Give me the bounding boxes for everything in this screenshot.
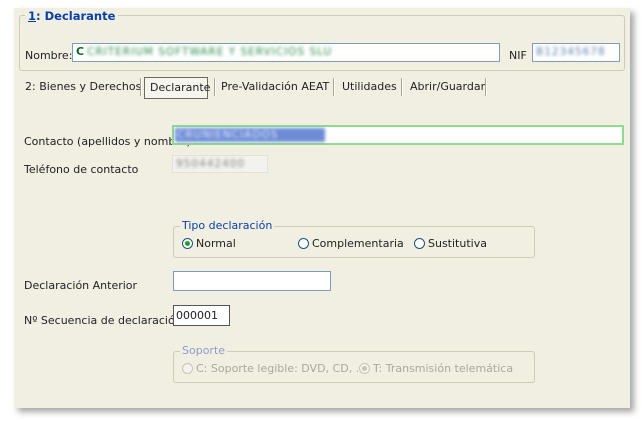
nombre-input[interactable]: C CRITERIUM SOFTWARE Y SERVICIOS SLU xyxy=(72,43,500,62)
radio-transmision-telematica[interactable]: T: Transmisión telemática xyxy=(359,362,513,375)
telefono-label: Teléfono de contacto xyxy=(24,163,139,176)
soporte-group: Soporte C: Soporte legible: DVD, CD, ...… xyxy=(173,344,535,383)
tab-separator xyxy=(333,78,335,96)
declarante-group: 1: Declarante Nombre: C CRITERIUM SOFTWA… xyxy=(19,9,625,71)
tab-declarante[interactable]: Declarante xyxy=(144,77,210,99)
nif-input[interactable]: B12345678 xyxy=(532,43,620,62)
declaracion-anterior-input[interactable] xyxy=(173,271,331,291)
nombre-value: CRITERIUM SOFTWARE Y SERVICIOS SLU xyxy=(87,46,333,58)
tipo-declaracion-group: Tipo declaración Normal Complementaria S… xyxy=(173,219,535,258)
radio-selected-icon xyxy=(359,363,370,374)
declaracion-anterior-label: Declaración Anterior xyxy=(24,279,138,292)
tab-bienes-derechos[interactable]: 2: Bienes y Derechos xyxy=(20,76,146,98)
radio-unselected-icon xyxy=(182,363,193,374)
radio-normal[interactable]: Normal xyxy=(182,237,236,250)
radio-complementaria-label: Complementaria xyxy=(312,237,404,250)
radio-sustitutiva-label: Sustitutiva xyxy=(428,237,487,250)
radio-selected-icon xyxy=(182,238,193,249)
tab-pre-validacion[interactable]: Pre-Validación AEAT xyxy=(216,76,334,98)
secuencia-label: Nº Secuencia de declaración xyxy=(24,314,182,327)
nif-value: B12345678 xyxy=(536,46,606,58)
soporte-legend: Soporte xyxy=(180,344,228,357)
tipo-declaracion-legend: Tipo declaración xyxy=(180,219,275,232)
radio-transmision-label: T: Transmisión telemática xyxy=(373,362,514,375)
tab-separator xyxy=(485,78,487,96)
declaracion-anterior-value xyxy=(174,272,330,276)
telefono-value: 950442400 xyxy=(176,158,246,170)
contacto-input[interactable]: CRUNIENCIADOS xyxy=(172,125,624,145)
radio-unselected-icon xyxy=(298,238,309,249)
section-number: 1 xyxy=(28,9,37,23)
tab-separator xyxy=(401,78,403,96)
tab-abrir-guardar[interactable]: Abrir/Guardar xyxy=(405,76,490,98)
nombre-label: Nombre: xyxy=(25,49,73,62)
declarante-panel: 1: Declarante Nombre: C CRITERIUM SOFTWA… xyxy=(14,8,630,408)
declarante-legend: 1: Declarante xyxy=(25,9,119,23)
contacto-label: Contacto (apellidos y nombre) xyxy=(24,135,191,148)
radio-normal-label: Normal xyxy=(196,237,236,250)
telefono-input[interactable]: 950442400 xyxy=(172,155,268,173)
section-title: : Declarante xyxy=(36,9,116,23)
nif-label: NIF xyxy=(509,49,527,62)
contacto-value: CRUNIENCIADOS xyxy=(177,129,279,141)
tab-utilidades[interactable]: Utilidades xyxy=(337,76,402,98)
radio-soporte-legible-label: C: Soporte legible: DVD, CD, ... xyxy=(196,362,367,375)
secuencia-input[interactable]: 000001 xyxy=(173,305,230,326)
radio-sustitutiva[interactable]: Sustitutiva xyxy=(414,237,487,250)
tab-separator xyxy=(140,78,142,96)
radio-soporte-legible[interactable]: C: Soporte legible: DVD, CD, ... xyxy=(182,362,366,375)
radio-complementaria[interactable]: Complementaria xyxy=(298,237,404,250)
radio-unselected-icon xyxy=(414,238,425,249)
secuencia-value: 000001 xyxy=(176,309,218,322)
